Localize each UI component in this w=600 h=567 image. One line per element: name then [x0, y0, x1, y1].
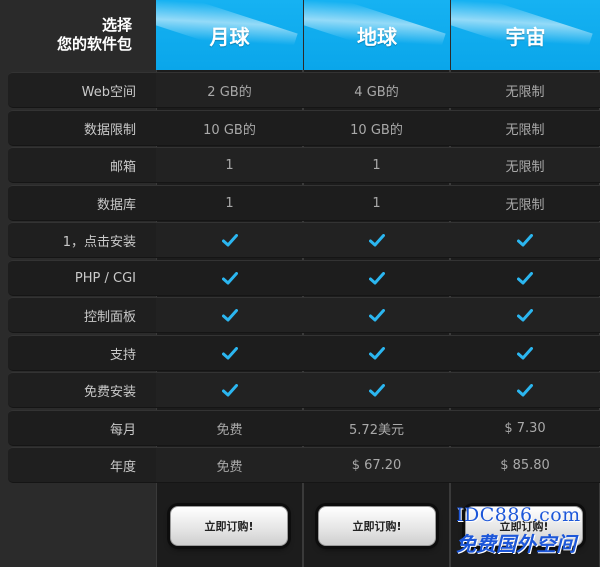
plan-header-earth: 地球: [304, 0, 450, 70]
check-icon: [156, 335, 303, 371]
feature-value: 1: [303, 185, 450, 221]
plan-header-moon: 月球: [156, 0, 303, 70]
plan-name: 地球: [357, 24, 397, 49]
feature-row: Web空间 2 GB的 4 GB的 无限制: [8, 72, 600, 108]
pricing-table: 选择 您的软件包 月球 地球 宇宙 Web空间 2 GB的 4 GB的 无限制 数据限制…: [0, 0, 600, 567]
feature-label: 支持: [8, 335, 156, 371]
feature-row: PHP / CGI: [8, 260, 600, 296]
feature-label: 控制面板: [8, 297, 156, 333]
order-button-earth[interactable]: 立即订购!: [318, 506, 436, 546]
feature-value: 无限制: [450, 72, 600, 108]
check-icon: [450, 222, 600, 258]
plan-header-universe: 宇宙: [451, 0, 600, 70]
feature-value: 4 GB的: [303, 72, 450, 108]
check-icon: [368, 346, 385, 360]
check-icon: [517, 308, 533, 322]
title-line-1: 选择: [101, 16, 132, 34]
feature-row: 免费安装: [8, 372, 600, 408]
feature-value: 免费: [156, 447, 303, 483]
feature-label: PHP / CGI: [8, 260, 156, 296]
check-icon: [450, 260, 600, 296]
feature-value: $ 7.30: [450, 410, 600, 446]
order-button-moon[interactable]: 立即订购!: [170, 506, 288, 546]
check-icon: [517, 233, 533, 247]
check-icon: [156, 260, 303, 296]
feature-row: 数据限制 10 GB的 10 GB的 无限制: [8, 110, 600, 146]
check-icon: [156, 297, 303, 333]
check-icon: [221, 271, 238, 285]
feature-row: 1，点击安装: [8, 222, 600, 258]
plan-name: 宇宙: [505, 24, 546, 49]
feature-label: 邮箱: [8, 147, 156, 183]
feature-row: 每月 免费 5.72美元 $ 7.30: [8, 410, 600, 446]
check-icon: [221, 383, 238, 397]
feature-value: 1: [156, 185, 303, 221]
feature-label: 数据限制: [8, 110, 156, 146]
check-icon: [368, 233, 385, 247]
feature-value: 免费: [156, 410, 303, 446]
check-icon: [303, 372, 450, 408]
check-icon: [517, 346, 533, 360]
check-icon: [303, 260, 450, 296]
title-line-2: 您的软件包: [56, 35, 132, 53]
feature-value: 2 GB的: [156, 72, 303, 108]
check-icon: [368, 308, 385, 322]
table-title: 选择 您的软件包: [0, 0, 156, 70]
feature-label: 1，点击安装: [8, 222, 156, 258]
feature-label: 免费安装: [8, 372, 156, 408]
feature-label: Web空间: [8, 72, 156, 108]
feature-value: $ 67.20: [303, 447, 450, 483]
check-icon: [450, 372, 600, 408]
feature-value: 无限制: [450, 110, 600, 146]
feature-value: 5.72美元: [303, 410, 450, 446]
check-icon: [303, 297, 450, 333]
feature-label: 每月: [8, 410, 156, 446]
feature-value: 10 GB的: [303, 110, 450, 146]
plan-name: 月球: [209, 24, 250, 49]
check-icon: [156, 222, 303, 258]
feature-row: 支持: [8, 335, 600, 371]
feature-value: 无限制: [450, 147, 600, 183]
watermark-site: IDC886.com: [456, 504, 581, 526]
check-icon: [517, 271, 533, 285]
check-icon: [221, 308, 238, 322]
check-icon: [368, 271, 385, 285]
feature-label: 年度: [8, 447, 156, 483]
feature-value: 1: [303, 147, 450, 183]
check-icon: [221, 233, 238, 247]
feature-label: 数据库: [8, 185, 156, 221]
feature-row: 数据库 1 1 无限制: [8, 185, 600, 221]
check-icon: [450, 297, 600, 333]
feature-value: 无限制: [450, 185, 600, 221]
feature-row: 年度 免费 $ 67.20 $ 85.80: [8, 447, 600, 483]
feature-value: 1: [156, 147, 303, 183]
check-icon: [368, 383, 385, 397]
check-icon: [450, 335, 600, 371]
check-icon: [221, 346, 238, 360]
check-icon: [517, 383, 533, 397]
check-icon: [303, 335, 450, 371]
check-icon: [303, 222, 450, 258]
check-icon: [156, 372, 303, 408]
watermark-slogan: 免费国外空间: [456, 532, 576, 556]
feature-row: 邮箱 1 1 无限制: [8, 147, 600, 183]
feature-row: 控制面板: [8, 297, 600, 333]
feature-value: $ 85.80: [450, 447, 600, 483]
feature-value: 10 GB的: [156, 110, 303, 146]
